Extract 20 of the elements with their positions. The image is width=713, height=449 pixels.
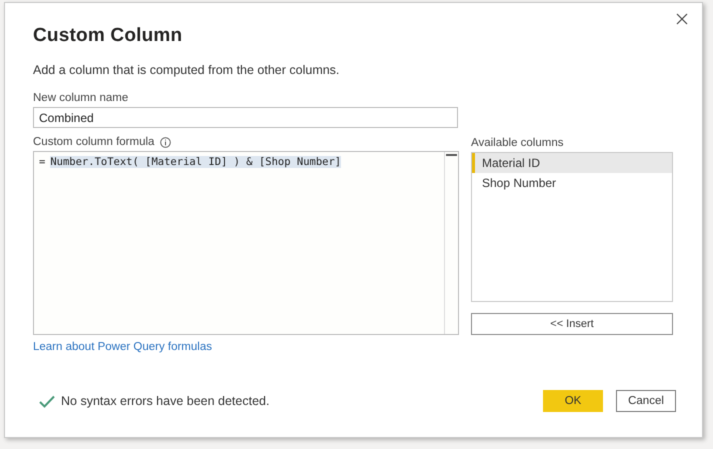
info-icon[interactable] xyxy=(160,136,172,148)
cancel-button[interactable]: Cancel xyxy=(616,390,676,412)
equals-sign: = xyxy=(39,156,46,168)
column-name-field[interactable]: Combined xyxy=(33,107,458,128)
close-icon[interactable] xyxy=(674,11,690,27)
learn-link[interactable]: Learn about Power Query formulas xyxy=(33,341,212,353)
field-label: New column name xyxy=(33,92,130,104)
field-label: Available columns xyxy=(471,137,564,149)
dialog-title: Custom Column xyxy=(33,25,184,47)
formula-editor[interactable]: = Number.ToText( [Material ID] ) & [Shop Number] xyxy=(33,151,459,335)
insert-button[interactable]: << Insert xyxy=(471,313,673,335)
ok-button[interactable]: OK xyxy=(543,390,603,412)
dialog-description: Add a column that is computed from the other columns. xyxy=(33,63,340,77)
column-list-item[interactable]: Material ID xyxy=(472,153,672,173)
checkmark-icon xyxy=(39,394,55,408)
column-list-item[interactable]: Shop Number xyxy=(472,173,672,193)
field-label: Custom column formula xyxy=(33,136,154,148)
status-message: No syntax errors have been detected. xyxy=(61,394,270,408)
formula-text: Number.ToText( [Material ID] ) & [Shop Number] xyxy=(50,156,342,168)
scrollbar[interactable] xyxy=(444,152,458,334)
